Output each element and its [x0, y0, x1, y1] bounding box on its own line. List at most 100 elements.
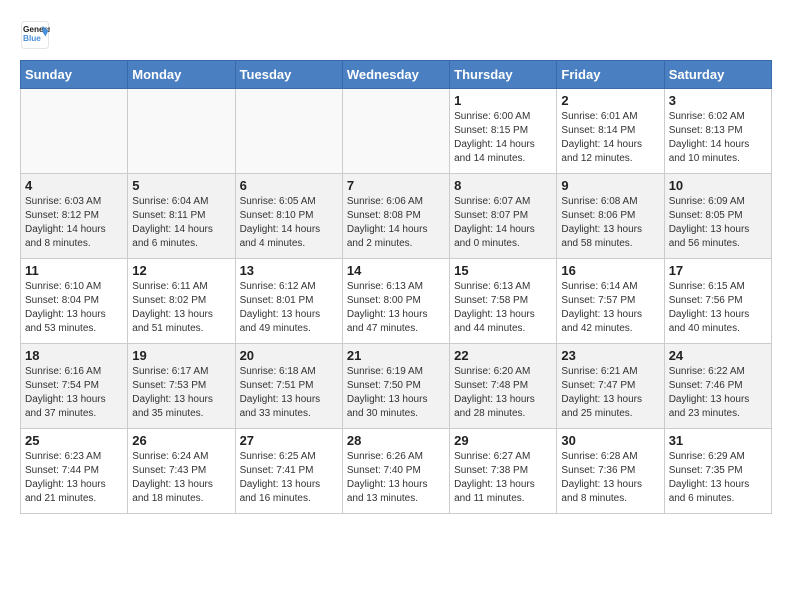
- day-number: 13: [240, 263, 338, 278]
- day-number: 3: [669, 93, 767, 108]
- calendar-week-row: 25 Sunrise: 6:23 AM Sunset: 7:44 PM Dayli…: [21, 429, 772, 514]
- weekday-header: Friday: [557, 61, 664, 89]
- day-number: 14: [347, 263, 445, 278]
- day-number: 22: [454, 348, 552, 363]
- calendar-cell: [21, 89, 128, 174]
- day-info: Sunrise: 6:10 AM Sunset: 8:04 PM Dayligh…: [25, 280, 123, 336]
- weekday-header: Wednesday: [342, 61, 449, 89]
- calendar-cell: [342, 89, 449, 174]
- calendar-body: 1 Sunrise: 6:00 AM Sunset: 8:15 PM Daylig…: [21, 89, 772, 514]
- calendar-week-row: 1 Sunrise: 6:00 AM Sunset: 8:15 PM Daylig…: [21, 89, 772, 174]
- day-number: 23: [561, 348, 659, 363]
- day-info: Sunrise: 6:19 AM Sunset: 7:50 PM Dayligh…: [347, 365, 445, 421]
- day-number: 30: [561, 433, 659, 448]
- calendar-cell: 13 Sunrise: 6:12 AM Sunset: 8:01 PM Dayli…: [235, 259, 342, 344]
- day-number: 7: [347, 178, 445, 193]
- calendar-cell: 17 Sunrise: 6:15 AM Sunset: 7:56 PM Dayli…: [664, 259, 771, 344]
- calendar-cell: 7 Sunrise: 6:06 AM Sunset: 8:08 PM Daylig…: [342, 174, 449, 259]
- day-info: Sunrise: 6:25 AM Sunset: 7:41 PM Dayligh…: [240, 450, 338, 506]
- day-info: Sunrise: 6:08 AM Sunset: 8:06 PM Dayligh…: [561, 195, 659, 251]
- day-info: Sunrise: 6:17 AM Sunset: 7:53 PM Dayligh…: [132, 365, 230, 421]
- day-info: Sunrise: 6:16 AM Sunset: 7:54 PM Dayligh…: [25, 365, 123, 421]
- day-number: 25: [25, 433, 123, 448]
- day-info: Sunrise: 6:15 AM Sunset: 7:56 PM Dayligh…: [669, 280, 767, 336]
- calendar-cell: 25 Sunrise: 6:23 AM Sunset: 7:44 PM Dayli…: [21, 429, 128, 514]
- day-info: Sunrise: 6:03 AM Sunset: 8:12 PM Dayligh…: [25, 195, 123, 251]
- calendar-cell: 30 Sunrise: 6:28 AM Sunset: 7:36 PM Dayli…: [557, 429, 664, 514]
- day-info: Sunrise: 6:11 AM Sunset: 8:02 PM Dayligh…: [132, 280, 230, 336]
- calendar-table: SundayMondayTuesdayWednesdayThursdayFrid…: [20, 60, 772, 514]
- day-info: Sunrise: 6:21 AM Sunset: 7:47 PM Dayligh…: [561, 365, 659, 421]
- day-info: Sunrise: 6:02 AM Sunset: 8:13 PM Dayligh…: [669, 110, 767, 166]
- calendar-cell: 6Sunrise: 6:05 AM Sunset: 8:10 PM Daylig…: [235, 174, 342, 259]
- calendar-cell: 21 Sunrise: 6:19 AM Sunset: 7:50 PM Dayli…: [342, 344, 449, 429]
- day-number: 11: [25, 263, 123, 278]
- day-number: 12: [132, 263, 230, 278]
- weekday-header: Saturday: [664, 61, 771, 89]
- day-number: 1: [454, 93, 552, 108]
- calendar-cell: 10 Sunrise: 6:09 AM Sunset: 8:05 PM Dayli…: [664, 174, 771, 259]
- day-number: 21: [347, 348, 445, 363]
- day-number: 2: [561, 93, 659, 108]
- day-info: Sunrise: 6:20 AM Sunset: 7:48 PM Dayligh…: [454, 365, 552, 421]
- logo: General Blue: [20, 20, 54, 50]
- day-info: Sunrise: 6:14 AM Sunset: 7:57 PM Dayligh…: [561, 280, 659, 336]
- calendar-cell: 2Sunrise: 6:01 AM Sunset: 8:14 PM Daylig…: [557, 89, 664, 174]
- calendar-cell: 16 Sunrise: 6:14 AM Sunset: 7:57 PM Dayli…: [557, 259, 664, 344]
- day-info: Sunrise: 6:00 AM Sunset: 8:15 PM Dayligh…: [454, 110, 552, 166]
- weekday-header: Thursday: [450, 61, 557, 89]
- calendar-cell: 29 Sunrise: 6:27 AM Sunset: 7:38 PM Dayli…: [450, 429, 557, 514]
- day-info: Sunrise: 6:13 AM Sunset: 7:58 PM Dayligh…: [454, 280, 552, 336]
- calendar-cell: 14Sunrise: 6:13 AM Sunset: 8:00 PM Dayli…: [342, 259, 449, 344]
- logo-icon: General Blue: [20, 20, 50, 50]
- calendar-cell: 11 Sunrise: 6:10 AM Sunset: 8:04 PM Dayli…: [21, 259, 128, 344]
- calendar-cell: 31 Sunrise: 6:29 AM Sunset: 7:35 PM Dayli…: [664, 429, 771, 514]
- weekday-header: Tuesday: [235, 61, 342, 89]
- calendar-header-row: SundayMondayTuesdayWednesdayThursdayFrid…: [21, 61, 772, 89]
- calendar-cell: 12 Sunrise: 6:11 AM Sunset: 8:02 PM Dayli…: [128, 259, 235, 344]
- day-number: 26: [132, 433, 230, 448]
- calendar-cell: 19Sunrise: 6:17 AM Sunset: 7:53 PM Dayli…: [128, 344, 235, 429]
- calendar-cell: 9Sunrise: 6:08 AM Sunset: 8:06 PM Daylig…: [557, 174, 664, 259]
- day-info: Sunrise: 6:05 AM Sunset: 8:10 PM Dayligh…: [240, 195, 338, 251]
- calendar-cell: 24Sunrise: 6:22 AM Sunset: 7:46 PM Dayli…: [664, 344, 771, 429]
- day-info: Sunrise: 6:29 AM Sunset: 7:35 PM Dayligh…: [669, 450, 767, 506]
- weekday-header: Sunday: [21, 61, 128, 89]
- day-info: Sunrise: 6:09 AM Sunset: 8:05 PM Dayligh…: [669, 195, 767, 251]
- page-header: General Blue: [20, 20, 772, 50]
- day-info: Sunrise: 6:27 AM Sunset: 7:38 PM Dayligh…: [454, 450, 552, 506]
- day-info: Sunrise: 6:12 AM Sunset: 8:01 PM Dayligh…: [240, 280, 338, 336]
- day-number: 18: [25, 348, 123, 363]
- calendar-cell: 18 Sunrise: 6:16 AM Sunset: 7:54 PM Dayli…: [21, 344, 128, 429]
- calendar-cell: 5 Sunrise: 6:04 AM Sunset: 8:11 PM Daylig…: [128, 174, 235, 259]
- day-number: 4: [25, 178, 123, 193]
- calendar-cell: 20Sunrise: 6:18 AM Sunset: 7:51 PM Dayli…: [235, 344, 342, 429]
- day-number: 10: [669, 178, 767, 193]
- day-info: Sunrise: 6:24 AM Sunset: 7:43 PM Dayligh…: [132, 450, 230, 506]
- day-number: 8: [454, 178, 552, 193]
- day-number: 20: [240, 348, 338, 363]
- calendar-cell: 28Sunrise: 6:26 AM Sunset: 7:40 PM Dayli…: [342, 429, 449, 514]
- day-number: 27: [240, 433, 338, 448]
- day-number: 15: [454, 263, 552, 278]
- calendar-week-row: 4 Sunrise: 6:03 AM Sunset: 8:12 PM Daylig…: [21, 174, 772, 259]
- day-number: 24: [669, 348, 767, 363]
- day-info: Sunrise: 6:06 AM Sunset: 8:08 PM Dayligh…: [347, 195, 445, 251]
- day-number: 17: [669, 263, 767, 278]
- calendar-cell: 23 Sunrise: 6:21 AM Sunset: 7:47 PM Dayli…: [557, 344, 664, 429]
- day-info: Sunrise: 6:04 AM Sunset: 8:11 PM Dayligh…: [132, 195, 230, 251]
- day-number: 31: [669, 433, 767, 448]
- calendar-week-row: 11 Sunrise: 6:10 AM Sunset: 8:04 PM Dayli…: [21, 259, 772, 344]
- calendar-cell: 22 Sunrise: 6:20 AM Sunset: 7:48 PM Dayli…: [450, 344, 557, 429]
- day-info: Sunrise: 6:26 AM Sunset: 7:40 PM Dayligh…: [347, 450, 445, 506]
- svg-text:Blue: Blue: [23, 34, 41, 43]
- calendar-cell: [128, 89, 235, 174]
- calendar-cell: 15 Sunrise: 6:13 AM Sunset: 7:58 PM Dayli…: [450, 259, 557, 344]
- calendar-cell: 4 Sunrise: 6:03 AM Sunset: 8:12 PM Daylig…: [21, 174, 128, 259]
- calendar-cell: 1 Sunrise: 6:00 AM Sunset: 8:15 PM Daylig…: [450, 89, 557, 174]
- day-info: Sunrise: 6:23 AM Sunset: 7:44 PM Dayligh…: [25, 450, 123, 506]
- day-number: 16: [561, 263, 659, 278]
- day-number: 5: [132, 178, 230, 193]
- day-number: 29: [454, 433, 552, 448]
- day-info: Sunrise: 6:28 AM Sunset: 7:36 PM Dayligh…: [561, 450, 659, 506]
